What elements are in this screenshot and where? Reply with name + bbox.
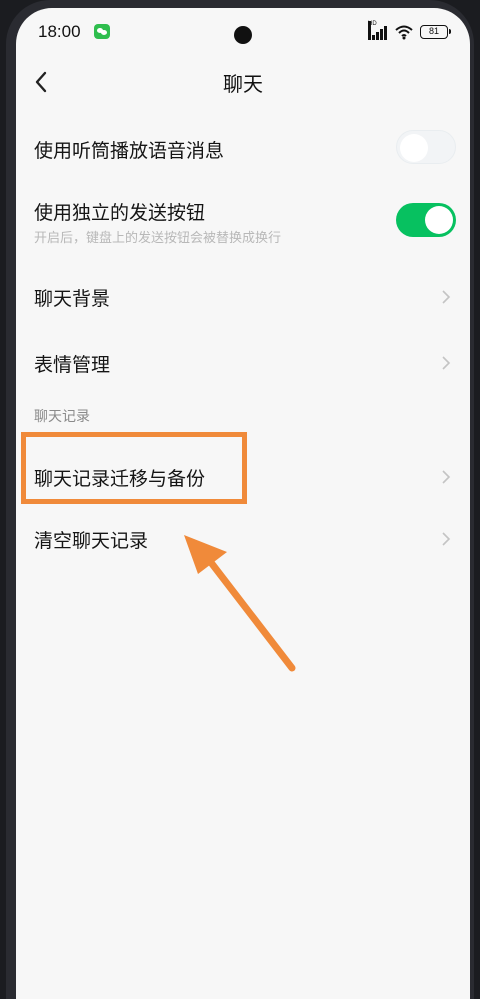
setting-clear-history-label: 清空聊天记录: [34, 530, 149, 552]
setting-history-migrate-backup[interactable]: 聊天记录迁移与备份: [16, 442, 470, 508]
setting-sticker-management-label: 表情管理: [34, 354, 111, 376]
section-header-chat-history: 聊天记录: [34, 409, 90, 425]
setting-clear-history[interactable]: 清空聊天记录: [16, 508, 470, 570]
wechat-icon: [94, 24, 110, 39]
separate-send-button-toggle[interactable]: [396, 203, 456, 237]
status-time: 18:00: [38, 22, 81, 41]
status-icons: HD 81: [368, 21, 451, 40]
toggle-knob: [400, 134, 428, 162]
wifi-icon: [395, 25, 413, 40]
front-camera: [234, 26, 252, 44]
setting-earpiece-playback-label: 使用听筒播放语音消息: [34, 140, 225, 162]
page-title: 聊天: [223, 72, 263, 96]
toggle-knob: [425, 206, 453, 234]
nav-bar: 聊天: [16, 60, 470, 104]
battery-icon: 81: [420, 25, 451, 39]
signal-icon: HD: [368, 21, 388, 40]
chevron-right-icon: [442, 290, 451, 304]
setting-separate-send-button-label: 使用独立的发送按钮: [34, 202, 206, 224]
chevron-right-icon: [442, 470, 451, 484]
earpiece-playback-toggle[interactable]: [396, 130, 456, 164]
setting-earpiece-playback[interactable]: 使用听筒播放语音消息: [16, 116, 470, 178]
signal-hd-label: HD: [368, 21, 377, 40]
setting-separate-send-button-description: 开启后，键盘上的发送按钮会被替换成换行: [34, 231, 282, 246]
setting-sticker-management[interactable]: 表情管理: [16, 330, 470, 392]
setting-separate-send-button[interactable]: 使用独立的发送按钮 开启后，键盘上的发送按钮会被替换成换行: [16, 184, 470, 256]
screen: 18:00 HD 81 聊天 使用听筒播放语音消息 使用独立的发送按钮 开启后，…: [16, 8, 470, 999]
phone-frame: 18:00 HD 81 聊天 使用听筒播放语音消息 使用独立的发送按钮 开启后，…: [6, 0, 474, 999]
setting-history-migrate-backup-label: 聊天记录迁移与备份: [34, 468, 206, 490]
status-bar: 18:00 HD 81: [16, 8, 470, 60]
setting-chat-background-label: 聊天背景: [34, 288, 111, 310]
chevron-right-icon: [442, 356, 451, 370]
setting-chat-background[interactable]: 聊天背景: [16, 264, 470, 328]
chevron-right-icon: [442, 532, 451, 546]
